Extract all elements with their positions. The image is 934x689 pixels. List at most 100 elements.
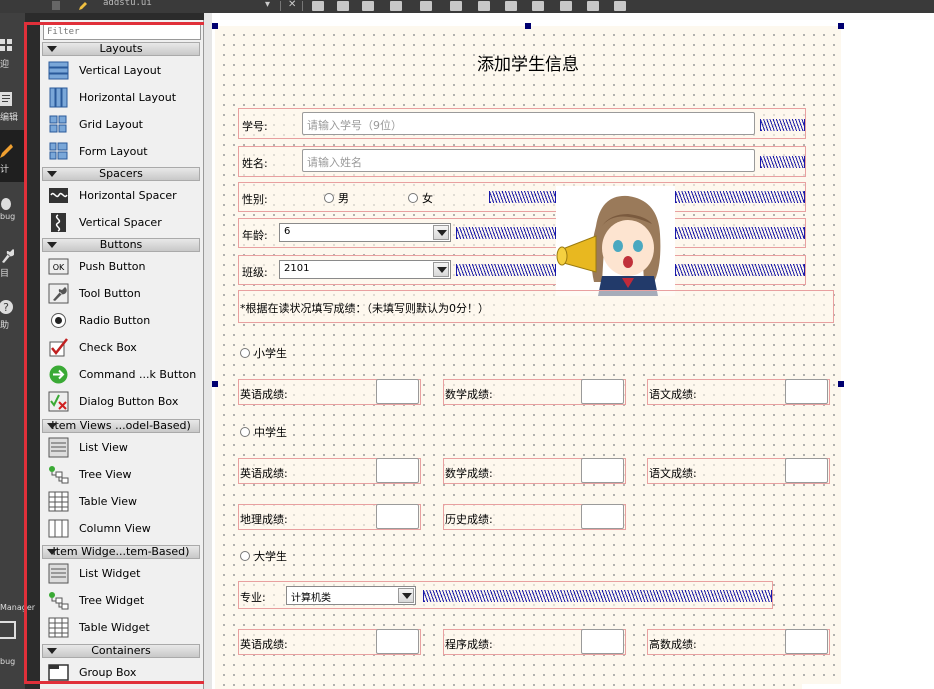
svg-text:?: ? — [3, 301, 9, 314]
horizontal-spacer — [456, 227, 556, 239]
widget-radio-button[interactable]: Radio Button — [42, 307, 200, 334]
university-math-input[interactable] — [785, 629, 828, 654]
age-label: 年龄: — [242, 229, 268, 242]
layout-grid-icon[interactable] — [560, 1, 572, 11]
major-combobox[interactable]: 计算机类 — [286, 586, 416, 605]
widget-group-box[interactable]: Group Box — [42, 659, 200, 686]
mode-edit[interactable]: 编辑 — [0, 78, 25, 130]
edit-buddies-icon[interactable] — [362, 1, 374, 11]
horizontal-spacer — [675, 264, 805, 276]
file-tab[interactable]: addstu.ui — [103, 0, 152, 8]
radio-label: 小学生 — [254, 347, 287, 360]
close-icon[interactable]: ✕ — [288, 0, 296, 10]
category-layouts[interactable]: Layouts — [42, 42, 200, 56]
radio-label: 男 — [338, 192, 349, 205]
university-programming-input[interactable] — [581, 629, 624, 654]
chevron-down-icon[interactable] — [433, 262, 449, 277]
primary-school-radio[interactable]: 小学生 — [240, 345, 287, 361]
designer-toolbar: addstu.ui ▾ ✕ — [0, 0, 934, 13]
widget-tree-view[interactable]: Tree View — [42, 461, 200, 488]
chevron-down-icon[interactable] — [398, 588, 414, 603]
primary-chinese-input[interactable] — [785, 379, 828, 404]
layout-horizontal-icon[interactable] — [420, 1, 432, 11]
widget-tree-widget[interactable]: Tree Widget — [42, 587, 200, 614]
resize-handle[interactable] — [212, 23, 218, 29]
category-item-views[interactable]: Item Views ...odel-Based) — [42, 419, 200, 433]
category-item-widgets[interactable]: Item Widge...tem-Based) — [42, 545, 200, 559]
adjust-size-icon[interactable] — [614, 1, 626, 11]
widget-column-view[interactable]: Column View — [42, 515, 200, 542]
middle-chinese-input[interactable] — [785, 458, 828, 483]
tool-button-icon — [48, 283, 69, 304]
widget-tool-button[interactable]: Tool Button — [42, 280, 200, 307]
middle-english-input[interactable] — [376, 458, 419, 483]
edit-tab-order-icon[interactable] — [390, 1, 402, 11]
designed-form[interactable]: 添加学生信息 学号: 请输入学号（9位） 姓名: 请输入姓名 性别: 男 女 年… — [215, 26, 841, 689]
widget-horizontal-layout[interactable]: Horizontal Layout — [42, 84, 200, 111]
resize-handle[interactable] — [838, 23, 844, 29]
mode-label: bug — [0, 212, 16, 221]
collapse-icon — [47, 46, 57, 52]
age-combobox[interactable]: 6 — [279, 223, 451, 242]
layout-vertical-icon[interactable] — [450, 1, 462, 11]
gender-female-radio[interactable]: 女 — [408, 190, 433, 206]
group-box-icon — [48, 664, 69, 681]
command-link-icon — [49, 365, 68, 384]
widget-grid-layout[interactable]: Grid Layout — [42, 111, 200, 138]
widget-push-button[interactable]: OK Push Button — [42, 253, 200, 280]
middle-geography-input[interactable] — [376, 504, 419, 529]
dropdown-arrow-icon[interactable]: ▾ — [265, 0, 270, 10]
widget-horizontal-spacer[interactable]: Horizontal Spacer — [42, 182, 200, 209]
category-buttons[interactable]: Buttons — [42, 238, 200, 252]
list-view-icon — [48, 437, 69, 458]
widget-box-panel: Layouts Vertical Layout Horizontal Layou… — [40, 20, 204, 689]
widget-label: Tree View — [79, 468, 132, 481]
chevron-down-icon[interactable] — [433, 225, 449, 240]
layout-splitter-v-icon[interactable] — [505, 1, 517, 11]
widget-vertical-layout[interactable]: Vertical Layout — [42, 57, 200, 84]
widget-form-layout[interactable]: Form Layout — [42, 138, 200, 165]
primary-math-input[interactable] — [581, 379, 624, 404]
widget-table-widget[interactable]: Table Widget — [42, 614, 200, 641]
mode-help[interactable]: ? 助 — [0, 286, 25, 338]
layout-splitter-h-icon[interactable] — [478, 1, 490, 11]
widget-label: Horizontal Spacer — [79, 189, 177, 202]
category-spacers[interactable]: Spacers — [42, 167, 200, 181]
widget-dialog-button-box[interactable]: Dialog Button Box — [42, 388, 200, 415]
mode-projects[interactable]: 目 — [0, 234, 25, 286]
category-label: Layouts — [99, 42, 143, 55]
edit-signals-icon[interactable] — [337, 1, 349, 11]
primary-english-input[interactable] — [376, 379, 419, 404]
widget-vertical-spacer[interactable]: Vertical Spacer — [42, 209, 200, 236]
resize-handle[interactable] — [212, 381, 218, 387]
radio-icon — [240, 348, 250, 358]
widget-command-link-button[interactable]: Command ...k Button — [42, 361, 200, 388]
panel-splitter[interactable] — [204, 13, 212, 689]
layout-form-icon[interactable] — [532, 1, 544, 11]
mode-debug[interactable]: bug — [0, 182, 25, 234]
break-layout-icon[interactable] — [587, 1, 599, 11]
class-combobox[interactable]: 2101 — [279, 260, 451, 279]
university-english-input[interactable] — [376, 629, 419, 654]
category-containers[interactable]: Containers — [42, 644, 200, 658]
edit-widgets-icon[interactable] — [312, 1, 324, 11]
university-radio[interactable]: 大学生 — [240, 548, 287, 564]
filter-input[interactable] — [43, 23, 201, 40]
middle-math-input[interactable] — [581, 458, 624, 483]
widget-list-widget[interactable]: List Widget — [42, 560, 200, 587]
resize-handle[interactable] — [525, 23, 531, 29]
resize-handle[interactable] — [838, 381, 844, 387]
name-input[interactable]: 请输入姓名 — [302, 149, 755, 172]
widget-table-view[interactable]: Table View — [42, 488, 200, 515]
middle-history-input[interactable] — [581, 504, 624, 529]
monitor-icon[interactable] — [0, 621, 16, 639]
gender-male-radio[interactable]: 男 — [324, 190, 349, 206]
widget-list-view[interactable]: List View — [42, 434, 200, 461]
widget-check-box[interactable]: Check Box — [42, 334, 200, 361]
mode-welcome[interactable]: 迎 — [0, 25, 25, 77]
collapse-icon — [47, 549, 57, 555]
student-id-input[interactable]: 请输入学号（9位） — [302, 112, 755, 135]
bug-icon — [1, 198, 11, 210]
mode-design[interactable]: 计 — [0, 130, 25, 182]
middle-school-radio[interactable]: 中学生 — [240, 424, 287, 440]
